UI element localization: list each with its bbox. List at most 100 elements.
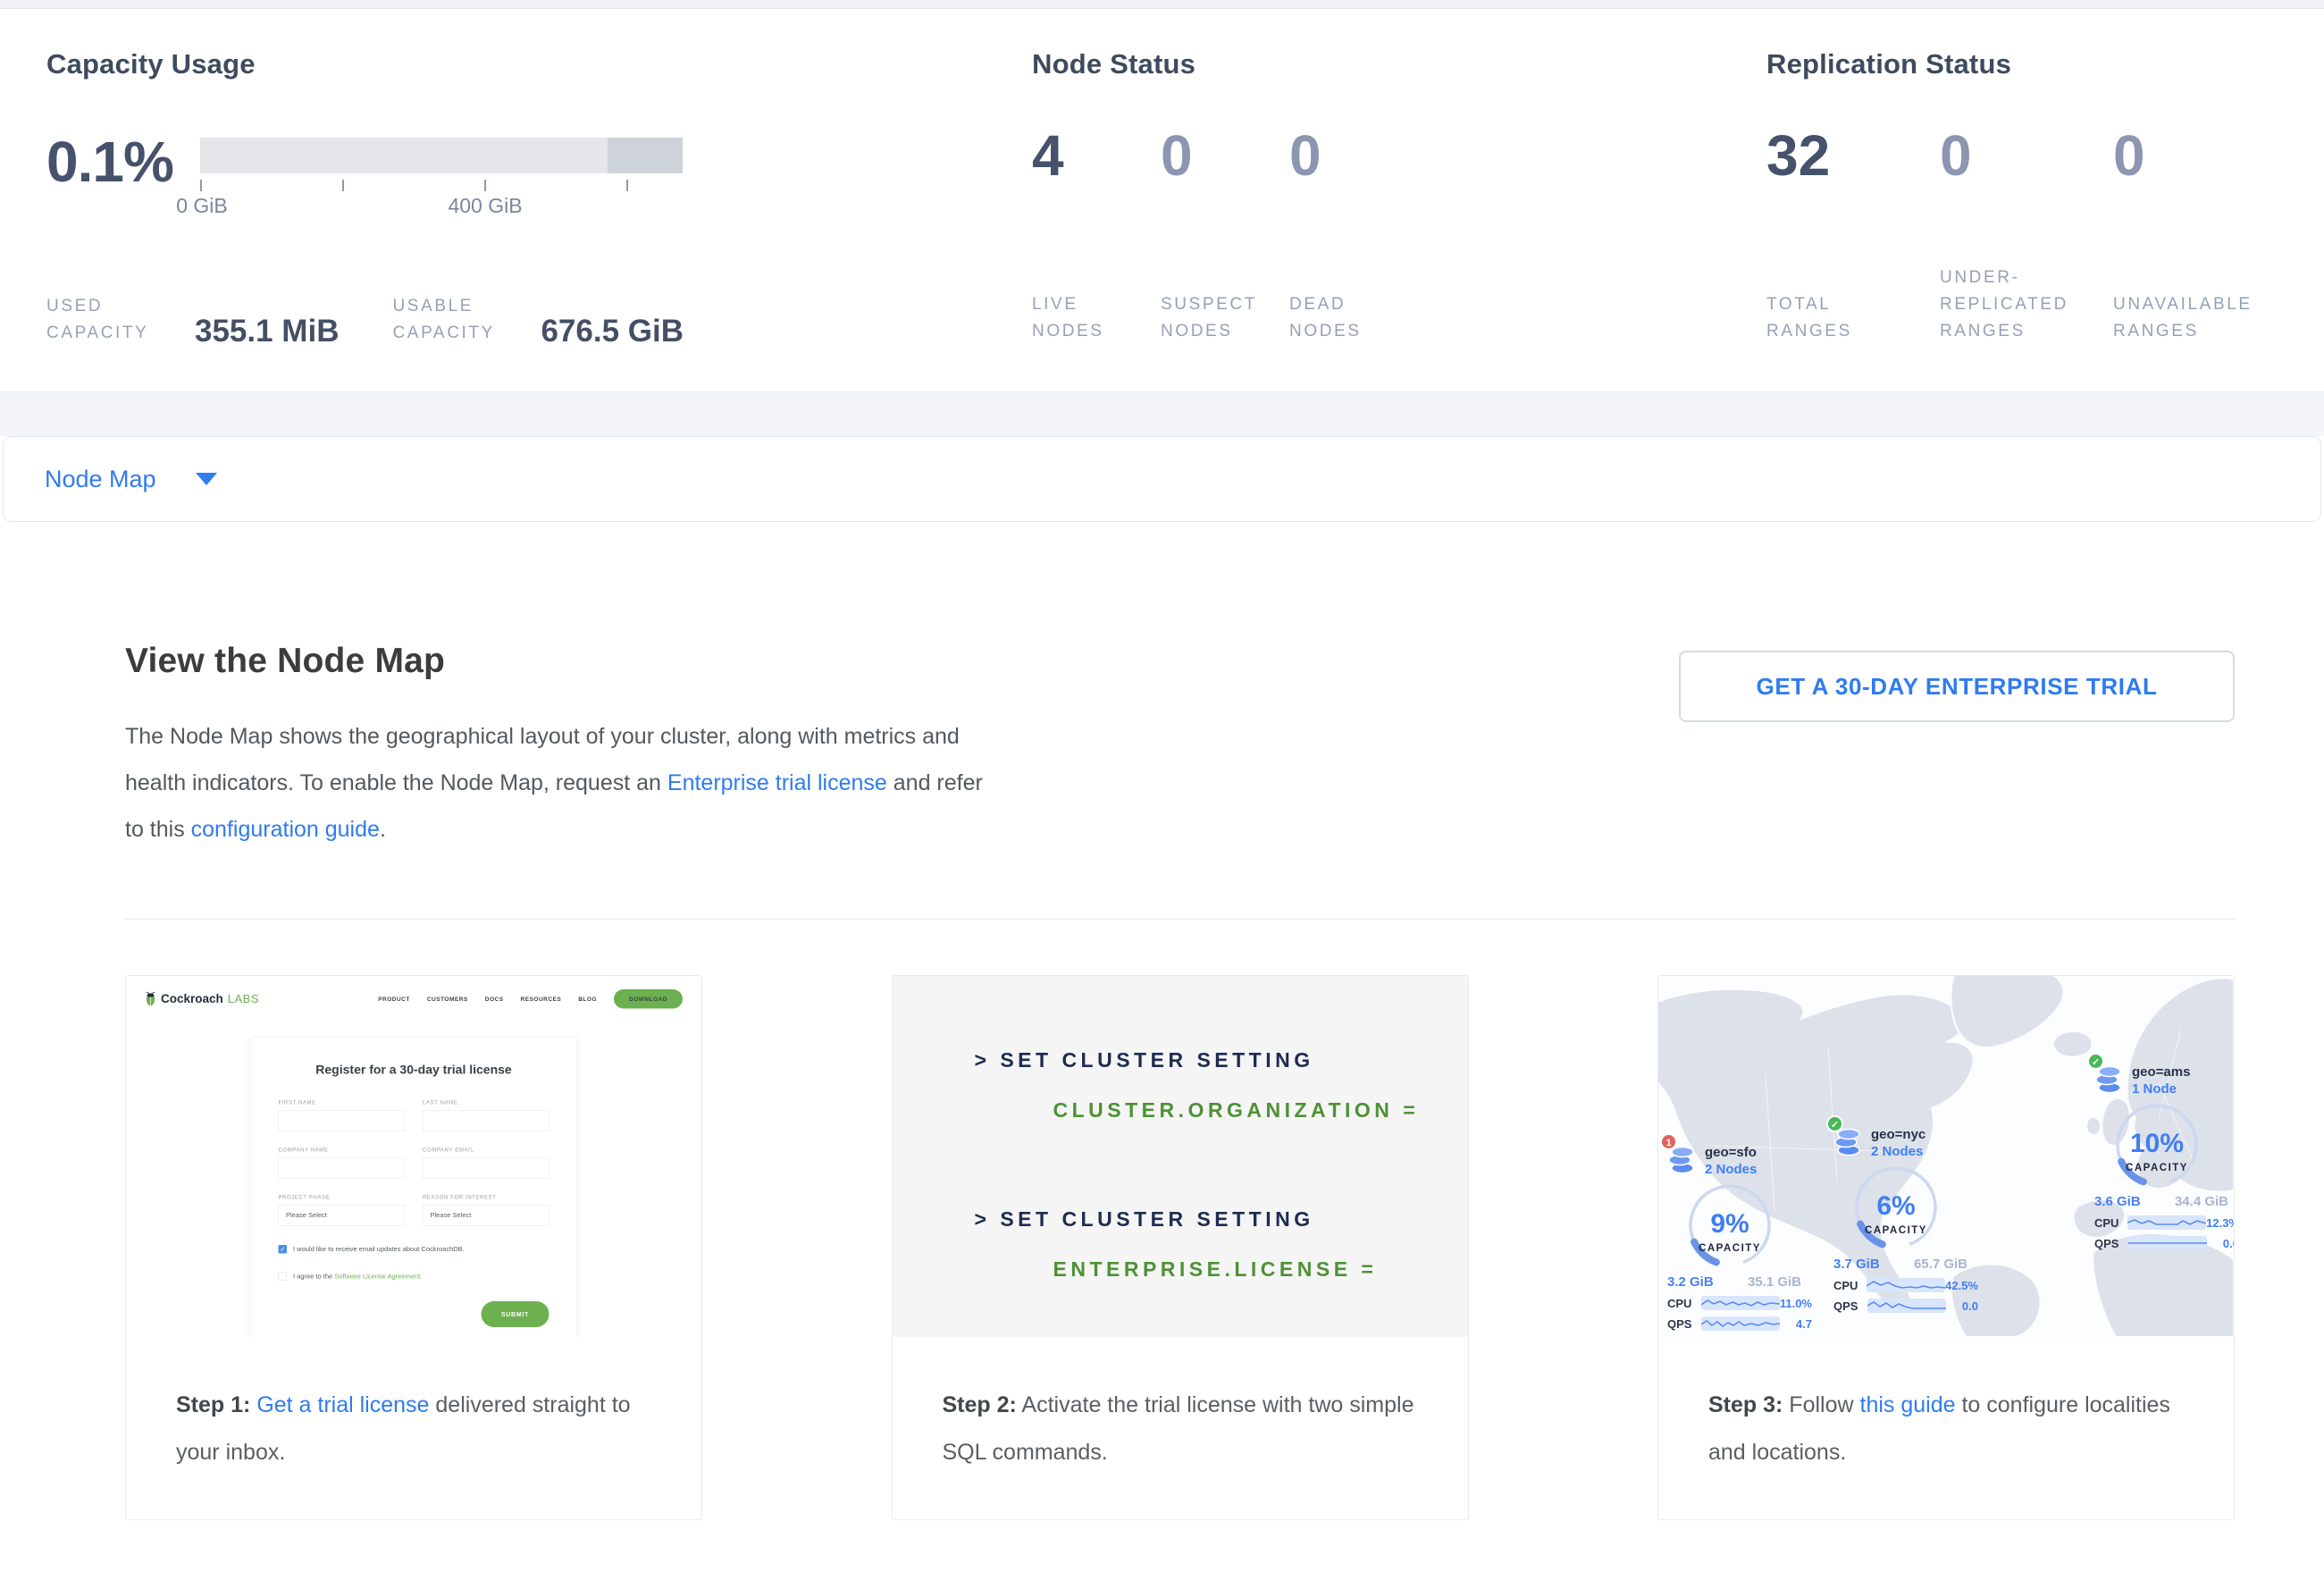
mini-nav-blog: BLOG [578,996,597,1003]
capacity-gauge: 6% CAPACITY [1837,1163,1984,1258]
capacity-axis-label-400: 400 GiB [448,194,522,218]
first-name-field [279,1110,406,1131]
company-name-label: COMPANY NAME [279,1147,406,1153]
last-name-label: LAST NAME [423,1099,550,1106]
map-node-cluster: ✓ geo=ams 1 Node 10% CAPACITY 3.6 GiB 34… [2094,1064,2234,1250]
replication-status-title: Replication Status [1766,48,2324,80]
mini-nav-docs: DOCS [485,996,504,1003]
map-node-cluster: 1 geo=sfo 2 Nodes 9% CAPACITY 3.2 GiB 35… [1667,1144,1817,1331]
suspect-nodes-label: SUSPECT NODES [1161,291,1270,391]
node-status-title: Node Status [1032,48,1766,80]
license-agreement-label: I agree to the Software License Agreemen… [293,1273,422,1281]
dead-nodes-label: DEAD NODES [1289,291,1398,391]
cluster-total-capacity: 65.7 GiB [1914,1257,1967,1272]
get-trial-license-link[interactable]: Get a trial license [256,1392,429,1417]
email-updates-checkbox: ✓ [279,1245,288,1254]
page-title: View the Node Map [125,642,992,681]
get-enterprise-trial-button[interactable]: GET A 30-DAY ENTERPRISE TRIAL [1679,651,2235,722]
node-map-selector-bar: Node Map [3,436,2321,522]
unavailable-ranges-stat: 0 UNAVAILABLE RANGES [2113,129,2286,391]
svg-text:6%: 6% [1876,1191,1915,1221]
last-name-field [423,1110,550,1131]
live-nodes-stat: 4 LIVE NODES [1032,129,1161,391]
suspect-nodes-value: 0 [1161,129,1289,182]
logo-text: Cockroach [161,992,223,1006]
total-ranges-stat: 32 TOTAL RANGES [1766,129,1940,391]
capacity-percent-value: 0.1% [46,136,200,188]
cluster-qps-metric: QPS 0.0 [1833,1299,1978,1313]
cluster-qps-metric: QPS 0.0 [2094,1236,2234,1250]
svg-text:CAPACITY: CAPACITY [1699,1243,1761,1254]
cockroach-bug-icon [145,991,156,1006]
reason-for-interest-label: REASON FOR INTEREST [423,1194,550,1200]
node-map-dropdown[interactable]: Node Map [45,466,156,493]
step-1-card: Cockroach LABS PRODUCT CUSTOMERS DOCS RE… [125,975,702,1520]
description-text: . [380,817,386,842]
company-email-label: COMPANY EMAIL [423,1147,550,1153]
live-nodes-label: LIVE NODES [1032,291,1141,391]
enterprise-trial-license-link[interactable]: Enterprise trial license [667,770,887,795]
used-capacity-label: USED CAPACITY [46,293,180,347]
email-updates-label: I would like to receive email updates ab… [293,1246,465,1254]
capacity-usage-section: Capacity Usage 0.1% 0 GiB 400 GiB [46,9,1032,391]
cluster-cpu-metric: CPU 42.5% [1833,1278,1978,1292]
live-nodes-value: 4 [1032,129,1161,182]
usable-capacity-value: 676.5 GiB [541,316,684,347]
used-capacity-value: 355.1 MiB [195,316,339,347]
node-status-section: Node Status 4 LIVE NODES 0 SUSPECT NODES… [1032,9,1766,391]
capacity-usage-title: Capacity Usage [46,48,1032,80]
under-replicated-ranges-stat: 0 UNDER-REPLICATED RANGES [1940,129,2113,391]
cluster-status-badge: ✓ [2087,1053,2104,1070]
map-node-cluster: ✓ geo=nyc 2 Nodes 6% CAPACITY 3.7 GiB 65… [1833,1126,1984,1313]
dead-nodes-stat: 0 DEAD NODES [1289,129,1418,391]
cluster-node-count: 2 Nodes [1871,1143,1925,1161]
under-replicated-ranges-value: 0 [1940,129,2113,182]
capacity-bar [200,138,683,173]
node-map-description: The Node Map shows the geographical layo… [125,713,992,853]
this-guide-link[interactable]: this guide [1860,1392,1956,1417]
node-map-info-content: View the Node Map The Node Map shows the… [0,642,2324,1520]
section-gap [0,392,2324,436]
cluster-status-badge: 1 [1660,1133,1677,1150]
capacity-gauge: 9% CAPACITY [1671,1181,1817,1276]
cluster-total-capacity: 35.1 GiB [1748,1274,1801,1290]
mini-nav-product: PRODUCT [378,996,410,1003]
mini-site-nav: PRODUCT CUSTOMERS DOCS RESOURCES BLOG DO… [378,989,683,1009]
under-replicated-ranges-label: UNDER-REPLICATED RANGES [1940,265,2090,391]
mini-nav-resources: RESOURCES [521,996,562,1003]
cluster-total-capacity: 34.4 GiB [2175,1194,2228,1209]
svg-text:CAPACITY: CAPACITY [1865,1225,1927,1236]
logo-suffix-text: LABS [228,992,259,1006]
sql-commands-graphic: > SET CLUSTER SETTING CLUSTER.ORGANIZATI… [893,976,1468,1337]
step-1-caption: Step 1: Get a trial license delivered st… [126,1337,701,1476]
chevron-down-icon[interactable] [196,473,217,485]
first-name-label: FIRST NAME [279,1099,406,1106]
cluster-locality-label: geo=ams [2132,1064,2190,1080]
cluster-used-capacity: 3.6 GiB [2094,1194,2141,1209]
capacity-axis-ticks [200,180,683,194]
cockroach-labs-mini-site: Cockroach LABS PRODUCT CUSTOMERS DOCS RE… [126,976,701,1337]
software-license-agreement-link: Software License Agreement. [334,1273,422,1281]
mini-download-button: DOWNLOAD [614,989,683,1009]
registration-form-thumbnail: Cockroach LABS PRODUCT CUSTOMERS DOCS RE… [126,976,701,1337]
step-2-caption: Step 2: Activate the trial license with … [893,1337,1468,1476]
form-title: Register for a 30-day trial license [279,1063,550,1077]
configuration-guide-link[interactable]: configuration guide [191,817,380,842]
cluster-node-count: 2 Nodes [1705,1161,1757,1179]
suspect-nodes-stat: 0 SUSPECT NODES [1161,129,1289,391]
unavailable-ranges-value: 0 [2113,129,2286,182]
sql-setting-line: ENTERPRISE.LICENSE = [1053,1257,1468,1282]
cluster-status-badge: ✓ [1826,1115,1843,1132]
svg-text:10%: 10% [2130,1129,2184,1158]
capacity-axis-label-0: 0 GiB [176,194,228,218]
company-name-field [279,1157,406,1179]
project-phase-select: Please Select [279,1205,406,1226]
unavailable-ranges-label: UNAVAILABLE RANGES [2113,291,2263,391]
cluster-summary-panel: Capacity Usage 0.1% 0 GiB 400 GiB [0,8,2324,392]
mini-nav-customers: CUSTOMERS [427,996,468,1003]
total-ranges-label: TOTAL RANGES [1766,291,1917,391]
svg-text:CAPACITY: CAPACITY [2126,1163,2188,1173]
cluster-used-capacity: 3.7 GiB [1833,1257,1880,1272]
mini-submit-button: SUBMIT [482,1301,550,1327]
sql-setting-line: CLUSTER.ORGANIZATION = [1053,1097,1468,1122]
